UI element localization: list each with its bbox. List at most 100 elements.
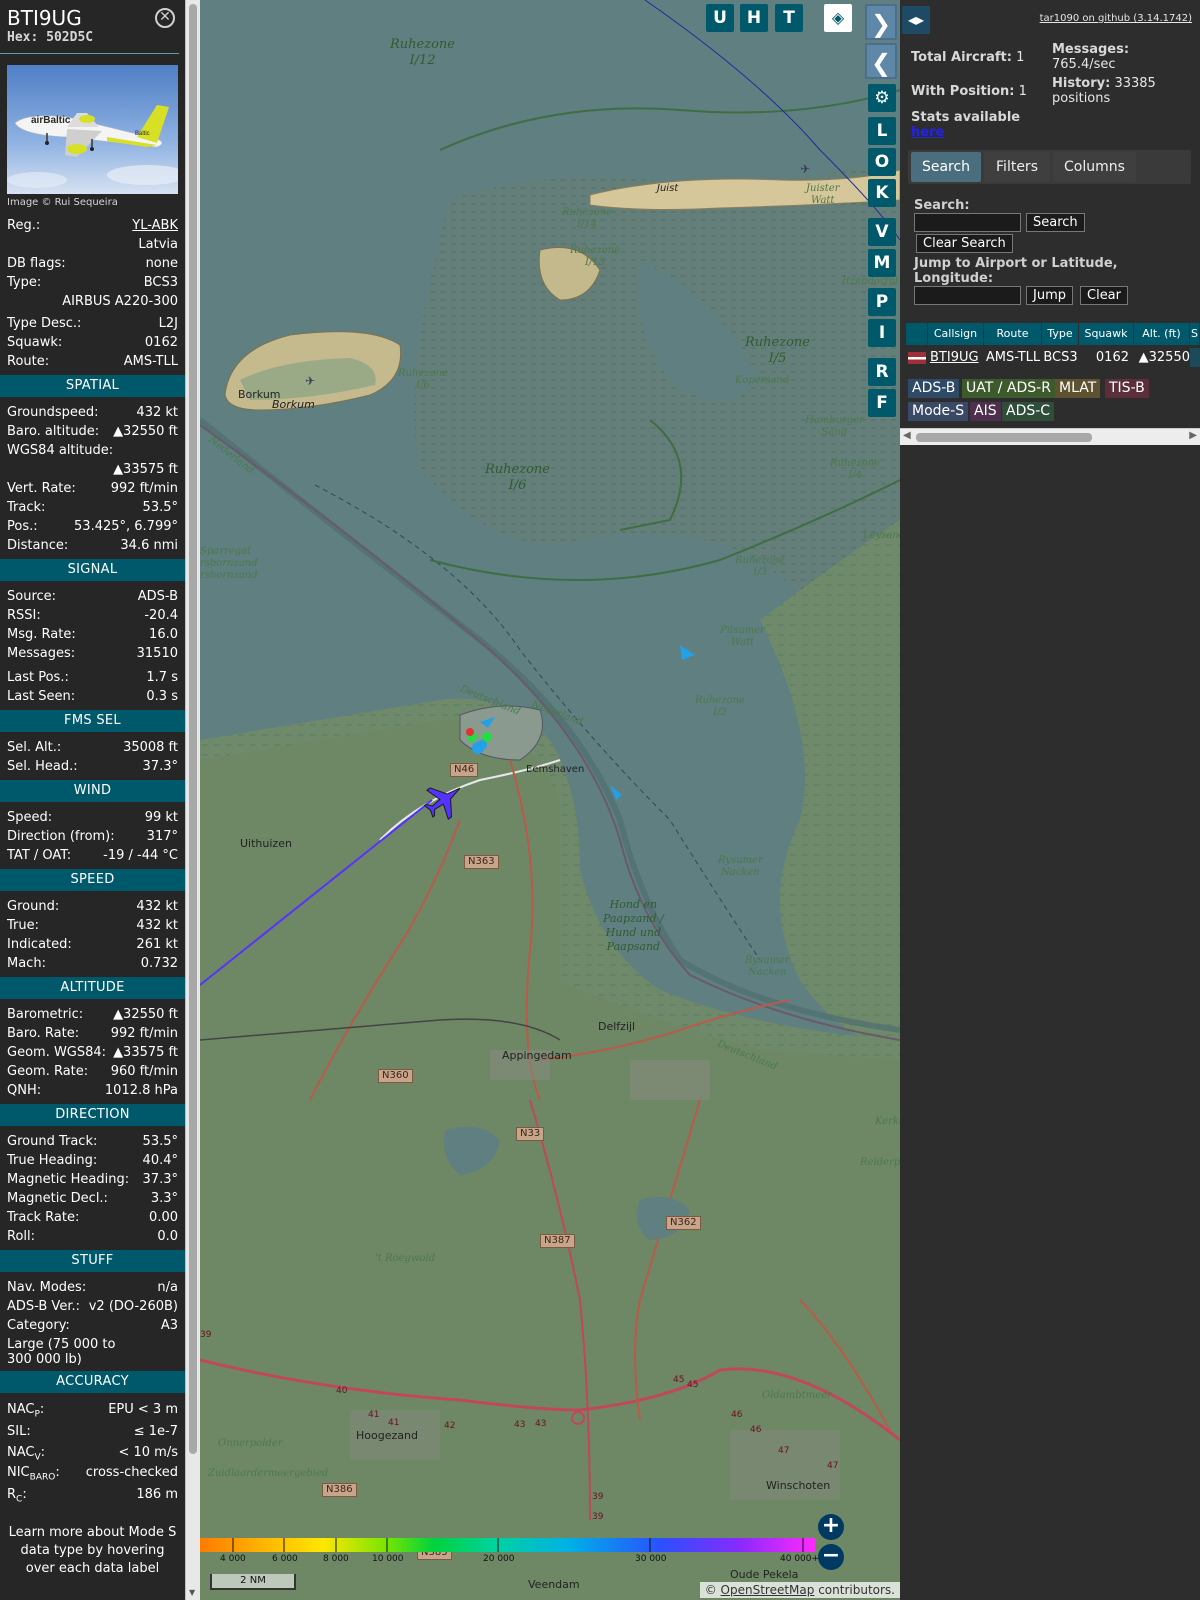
info-row: Direction (from): 317° (0, 827, 185, 846)
m-button[interactable]: M (868, 249, 896, 277)
legend-mlat: MLAT (1055, 379, 1101, 398)
layers-icon[interactable]: ◈ (824, 4, 852, 32)
total-aircraft-stat: Total Aircraft: 1 (911, 50, 1024, 65)
nacv-label: NACV: (7, 1445, 46, 1463)
col-type[interactable]: Type (1042, 323, 1079, 345)
map-base-layer: ✈ ✈ (200, 0, 900, 1600)
info-row-value: 37.3° (142, 1172, 178, 1187)
clear-jump-button[interactable]: Clear (1080, 286, 1128, 305)
i-button[interactable]: I (868, 319, 896, 347)
sil-label: SIL: (7, 1424, 31, 1439)
info-row: Ground Track: 53.5° (0, 1132, 185, 1151)
col-altitude[interactable]: Alt. (ft) (1134, 323, 1190, 345)
scroll-down-arrow-icon[interactable]: ▼ (189, 1588, 195, 1597)
info-panel-scrollbar[interactable]: ▼ (185, 0, 200, 1600)
info-row-label: Direction (from): (7, 829, 115, 844)
p-button[interactable]: P (868, 288, 896, 316)
photo-tail-text: Baltic (135, 131, 150, 137)
with-position-label: With Position: (911, 84, 1015, 99)
typedesc-value: L2J (158, 316, 178, 331)
col-flag[interactable] (906, 323, 928, 345)
alt-tick-20000: 20 000 (483, 1554, 515, 1564)
info-row-value: ▲32550 ft (113, 1007, 178, 1022)
prev-icon[interactable]: ❮ (865, 43, 897, 79)
section-direction: DIRECTION (0, 1104, 185, 1126)
tab-search[interactable]: Search (911, 152, 981, 182)
info-row-label: ADS-B Ver.: (7, 1299, 80, 1314)
toggle-sidebar-icon[interactable]: ◂▸ (902, 6, 930, 34)
stats-here-link[interactable]: here (911, 125, 944, 140)
alt-tick-10000: 10 000 (372, 1554, 404, 1564)
info-row-value: 1012.8 hPa (104, 1083, 178, 1098)
info-row-value: ▲32550 ft (113, 424, 178, 439)
sil-value: ≤ 1e-7 (133, 1424, 178, 1439)
jump-label: Jump to Airport or Latitude, Longitude: (914, 256, 1118, 286)
dbflags-row: DB flags: none (0, 254, 185, 273)
panel-tabs: Search Filters Columns (908, 150, 1191, 184)
info-row-value: 99 kt (144, 810, 178, 825)
map-label-hond-en-paapzand: Hond en Paapzand / Hund und Paapsand (603, 898, 664, 953)
tab-columns[interactable]: Columns (1053, 152, 1136, 182)
scroll-left-arrow-icon[interactable]: ◀ (903, 430, 911, 441)
motorway-exit-number: 46 (731, 1410, 743, 1420)
table-scroll-thumb[interactable] (916, 433, 1092, 442)
info-row: Nav. Modes: n/a (0, 1278, 185, 1297)
row-squawk: 0162 (1095, 350, 1129, 365)
town-winschoten: Winschoten (766, 1479, 831, 1492)
map-label-ruhezone-i12: Ruhezone I/12 (390, 37, 455, 68)
info-scroll-thumb[interactable] (189, 4, 197, 1454)
squawk-row: Squawk: 0162 (0, 333, 185, 352)
row-callsign[interactable]: BTI9UG (930, 348, 984, 367)
openstreetmap-link[interactable]: OpenStreetMap (721, 1583, 815, 1597)
v-button[interactable]: V (868, 218, 896, 246)
k-button[interactable]: K (868, 179, 896, 207)
map-label-rysumer-nacken: Rysumer Nacken (718, 855, 763, 878)
info-row: Magnetic Decl.: 3.3° (0, 1189, 185, 1208)
selected-hex: Hex: 502D5C (7, 30, 94, 45)
zoom-out-button[interactable]: − (818, 1544, 844, 1570)
github-link[interactable]: tar1090 on github (3.14.1742) (1040, 13, 1192, 24)
close-icon[interactable]: ✕ (155, 8, 175, 28)
motorway-exit-number: 42 (444, 1421, 456, 1431)
nic-sub: BARO (29, 1472, 56, 1483)
map-view[interactable]: ✈ ✈ Ruhezone I/12 Ruhezone I/5 Ruhezone I/6… (200, 0, 900, 1600)
h-button[interactable]: H (740, 4, 768, 32)
next-icon[interactable]: ❯ (865, 4, 897, 40)
map-label-kerke: Kerke (875, 1116, 900, 1127)
r-button[interactable]: R (868, 358, 896, 386)
info-row: Track Rate: 0.00 (0, 1208, 185, 1227)
map-label-itzendorfpl: Itzendorfpl (842, 276, 899, 287)
info-row: Source: ADS-B (0, 587, 185, 606)
col-speed[interactable]: S (1190, 323, 1200, 345)
info-row: ▲33575 ft (0, 460, 185, 479)
jump-input[interactable] (914, 286, 1021, 305)
tab-filters[interactable]: Filters (984, 152, 1050, 182)
info-row-label: Last Pos.: (7, 670, 69, 685)
map-label-hamburger-sand: Hamburger Sand (805, 415, 864, 438)
u-button[interactable]: U (706, 4, 734, 32)
col-callsign[interactable]: Callsign (928, 323, 984, 345)
zoom-in-button[interactable]: + (818, 1514, 844, 1540)
f-button[interactable]: F (868, 389, 896, 417)
settings-gear-icon[interactable]: ⚙ (868, 84, 896, 112)
scroll-right-arrow-icon[interactable]: ▶ (1189, 430, 1197, 441)
search-button[interactable]: Search (1026, 213, 1085, 232)
o-button[interactable]: O (868, 148, 896, 176)
table-horizontal-scrollbar[interactable]: ◀ ▶ (900, 428, 1200, 445)
col-route[interactable]: Route (984, 323, 1042, 345)
registration-link[interactable]: YL-ABK (132, 216, 178, 235)
clear-search-button[interactable]: Clear Search (916, 234, 1013, 253)
nic-label-text: NIC (7, 1465, 30, 1480)
search-input[interactable] (914, 213, 1021, 232)
total-aircraft-value: 1 (1016, 50, 1025, 65)
info-row-value: 261 kt (136, 937, 178, 952)
col-squawk[interactable]: Squawk (1079, 323, 1134, 345)
info-row: Barometric: ▲32550 ft (0, 1005, 185, 1024)
info-row: Groundspeed: 432 kt (0, 403, 185, 422)
legend-mode-s: Mode-S (908, 402, 969, 421)
l-button[interactable]: L (868, 117, 896, 145)
jump-button[interactable]: Jump (1026, 286, 1073, 305)
t-button[interactable]: T (775, 4, 803, 32)
aircraft-photo[interactable]: airBaltic Baltic (7, 65, 178, 194)
map-label-ruhezone-i14: Ruhezone I/14 (562, 207, 612, 230)
